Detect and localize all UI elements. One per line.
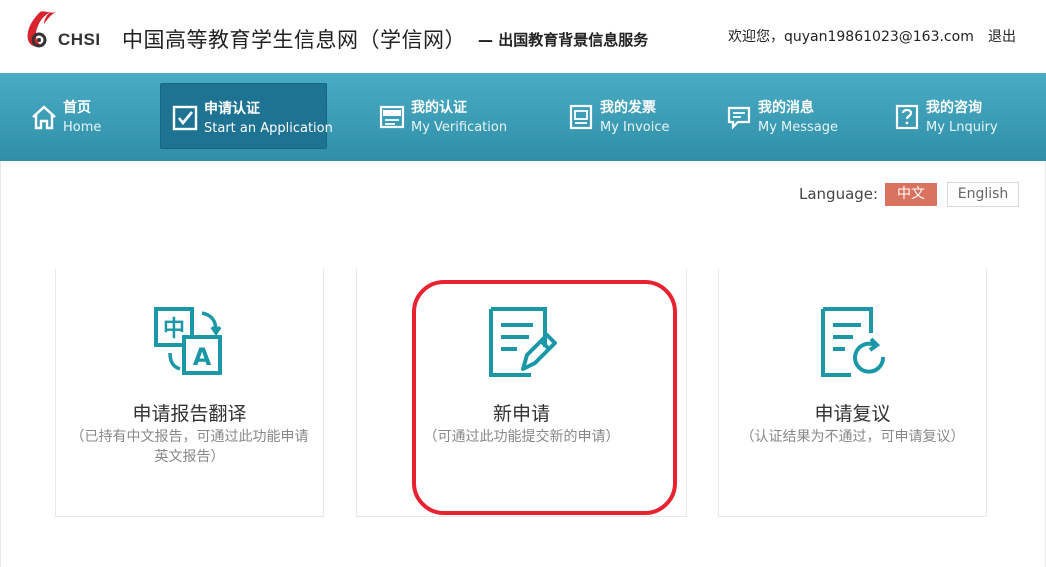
nav-home-en: Home <box>63 120 102 135</box>
nav-item-verification[interactable]: 我的认证 My Verification <box>368 83 518 149</box>
svg-text:中: 中 <box>163 317 185 342</box>
nav-message-en: My Message <box>758 120 839 135</box>
card-translation-desc-line2: 英文报告） <box>154 449 225 465</box>
checkbox-icon <box>172 105 198 131</box>
nav-inquiry-cn: 我的咨询 <box>926 100 982 116</box>
card-reconsideration[interactable]: 申请复议 （认证结果为不通过，可申请复议） <box>718 269 987 517</box>
nav-invoice-cn: 我的发票 <box>600 100 656 116</box>
card-report-translation[interactable]: 中 A 申请报告翻译 （已持有中文报告，可通过此功能申请 英文报告） <box>55 269 324 517</box>
translate-icon: 中 A <box>154 307 222 375</box>
message-icon <box>727 106 751 130</box>
highlight-annotation <box>412 280 677 515</box>
top-header: CHSI 中国高等教育学生信息网（学信网） — 出国教育背景信息服务 欢迎您，q… <box>0 0 1046 73</box>
user-greeting: 欢迎您，quyan19861023@163.com <box>728 29 974 45</box>
nav-item-inquiry[interactable]: 我的咨询 My Lnquiry <box>883 83 1023 149</box>
card-translation-desc: （已持有中文报告，可通过此功能申请 英文报告） <box>56 427 323 467</box>
nav-item-invoice[interactable]: 我的发票 My Invoice <box>557 83 687 149</box>
nav-item-message[interactable]: 我的消息 My Message <box>715 83 855 149</box>
main-nav: 首页 Home 申请认证 Start an Application 我的认证 M… <box>0 73 1046 161</box>
nav-application-cn: 申请认证 <box>204 101 260 117</box>
logo-text: CHSI <box>58 30 101 49</box>
nav-verification-en: My Verification <box>411 120 508 135</box>
logout-link[interactable]: 退出 <box>988 26 1016 46</box>
nav-verification-cn: 我的认证 <box>411 100 467 116</box>
invoice-icon <box>569 104 593 130</box>
card-translation-desc-line1: （已持有中文报告，可通过此功能申请 <box>70 429 309 445</box>
nav-home-cn: 首页 <box>63 100 91 116</box>
language-label: Language: <box>799 185 879 203</box>
card-reconsideration-title: 申请复议 <box>814 403 891 425</box>
language-chinese-button[interactable]: 中文 <box>885 183 937 206</box>
nav-invoice-en: My Invoice <box>600 120 670 135</box>
nav-message-cn: 我的消息 <box>758 100 814 116</box>
nav-item-home[interactable]: 首页 Home <box>20 83 140 149</box>
nav-inquiry-en: My Lnquiry <box>926 120 998 135</box>
nav-item-application[interactable]: 申请认证 Start an Application <box>160 83 333 149</box>
site-subtitle: — 出国教育背景信息服务 <box>478 31 649 49</box>
content-area: Language: 中文 English 中 A 申请报告翻译 （已持有中文报告… <box>0 161 1046 567</box>
card-reconsideration-desc: （认证结果为不通过，可申请复议） <box>740 429 965 445</box>
nav-application-en: Start an Application <box>204 121 333 136</box>
document-refresh-icon <box>821 307 886 377</box>
question-icon <box>895 104 919 130</box>
verification-icon <box>379 105 405 129</box>
site-title: 中国高等教育学生信息网（学信网） <box>122 28 466 52</box>
home-icon <box>32 105 56 130</box>
language-english-button[interactable]: English <box>947 182 1019 207</box>
card-translation-title: 申请报告翻译 <box>132 403 247 425</box>
svg-text:A: A <box>193 343 212 371</box>
